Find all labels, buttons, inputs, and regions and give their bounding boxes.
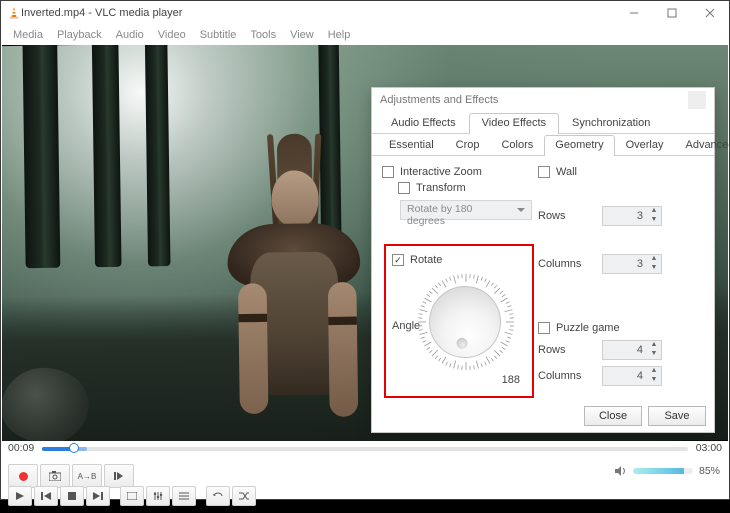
- menu-media[interactable]: Media: [7, 27, 49, 43]
- subtab-essential[interactable]: Essential: [378, 135, 445, 156]
- prev-button[interactable]: [34, 486, 58, 506]
- rotate-group-highlight: Rotate Angle 188: [384, 244, 534, 398]
- wall-cols-spinner[interactable]: 3▲▼: [602, 254, 662, 274]
- menubar: Media Playback Audio Video Subtitle Tool…: [1, 25, 729, 45]
- transform-checkbox[interactable]: Transform: [398, 182, 532, 194]
- wall-checkbox[interactable]: Wall: [538, 166, 704, 178]
- rotate-label: Rotate: [410, 254, 442, 266]
- time-total[interactable]: 03:00: [696, 442, 722, 454]
- rotate-dial[interactable]: Angle 188: [392, 270, 522, 388]
- transform-select[interactable]: Rotate by 180 degrees: [400, 200, 532, 220]
- vlc-window: Inverted.mp4 - VLC media player Media Pl…: [0, 0, 730, 500]
- video-character: [207, 129, 375, 441]
- shuffle-icon: [239, 492, 249, 500]
- volume-value: 85%: [699, 465, 720, 477]
- dialog-close-icon[interactable]: [688, 91, 706, 109]
- video-effects-subtabs: Essential Crop Colors Geometry Overlay A…: [372, 134, 714, 156]
- tab-video-effects[interactable]: Video Effects: [469, 113, 559, 134]
- fullscreen-button[interactable]: [120, 486, 144, 506]
- speaker-icon[interactable]: [615, 466, 627, 476]
- geometry-panel: Interactive Zoom Transform Rotate by 180…: [378, 158, 708, 400]
- vlc-cone-icon: [7, 6, 21, 20]
- playlist-button[interactable]: [172, 486, 196, 506]
- subtab-overlay[interactable]: Overlay: [615, 135, 675, 156]
- seek-bar[interactable]: [42, 445, 688, 453]
- fullscreen-icon: [127, 492, 137, 500]
- player-controls: 00:09 03:00 A→B 85%: [2, 441, 728, 498]
- rotate-checkbox[interactable]: Rotate: [392, 254, 526, 266]
- stop-button[interactable]: [60, 486, 84, 506]
- dialog-save-button[interactable]: Save: [648, 406, 706, 426]
- maximize-button[interactable]: [653, 1, 691, 25]
- menu-subtitle[interactable]: Subtitle: [194, 27, 243, 43]
- menu-playback[interactable]: Playback: [51, 27, 108, 43]
- adjustments-effects-dialog: Adjustments and Effects Audio Effects Vi…: [371, 87, 715, 433]
- tab-synchronization[interactable]: Synchronization: [559, 113, 663, 134]
- dialog-title: Adjustments and Effects: [380, 94, 498, 106]
- next-button[interactable]: [86, 486, 110, 506]
- minimize-button[interactable]: [615, 1, 653, 25]
- puzzle-rows-label: Rows: [538, 344, 594, 356]
- stop-icon: [68, 492, 76, 500]
- wall-rows-label: Rows: [538, 210, 594, 222]
- window-title: Inverted.mp4 - VLC media player: [21, 7, 182, 19]
- ext-settings-button[interactable]: [146, 486, 170, 506]
- menu-video[interactable]: Video: [152, 27, 192, 43]
- time-elapsed[interactable]: 00:09: [8, 442, 34, 454]
- subtab-geometry[interactable]: Geometry: [544, 135, 614, 156]
- angle-value: 188: [502, 374, 520, 386]
- wall-label: Wall: [556, 166, 577, 178]
- dialog-tabs: Audio Effects Video Effects Synchronizat…: [372, 112, 714, 134]
- subtab-colors[interactable]: Colors: [490, 135, 544, 156]
- puzzle-checkbox[interactable]: Puzzle game: [538, 322, 704, 334]
- menu-view[interactable]: View: [284, 27, 320, 43]
- wall-rows-spinner[interactable]: 3▲▼: [602, 206, 662, 226]
- play-icon: [16, 492, 24, 500]
- puzzle-cols-label: Columns: [538, 370, 594, 382]
- dialog-close-button[interactable]: Close: [584, 406, 642, 426]
- wall-cols-label: Columns: [538, 258, 594, 270]
- sliders-icon: [153, 492, 163, 500]
- interactive-zoom-label: Interactive Zoom: [400, 166, 482, 178]
- skip-back-icon: [41, 492, 51, 500]
- playlist-icon: [179, 492, 189, 500]
- subtab-advanced[interactable]: Advanced: [674, 135, 730, 156]
- transform-label: Transform: [416, 182, 466, 194]
- volume-slider[interactable]: [633, 468, 693, 474]
- menu-audio[interactable]: Audio: [110, 27, 150, 43]
- loop-icon: [213, 492, 223, 500]
- tab-audio-effects[interactable]: Audio Effects: [378, 113, 469, 134]
- menu-help[interactable]: Help: [322, 27, 357, 43]
- puzzle-rows-spinner[interactable]: 4▲▼: [602, 340, 662, 360]
- puzzle-label: Puzzle game: [556, 322, 620, 334]
- shuffle-button[interactable]: [232, 486, 256, 506]
- skip-fwd-icon: [93, 492, 103, 500]
- puzzle-cols-spinner[interactable]: 4▲▼: [602, 366, 662, 386]
- dialog-titlebar[interactable]: Adjustments and Effects: [372, 88, 714, 112]
- loop-button[interactable]: [206, 486, 230, 506]
- menu-tools[interactable]: Tools: [244, 27, 282, 43]
- subtab-crop[interactable]: Crop: [445, 135, 491, 156]
- play-button[interactable]: [8, 486, 32, 506]
- close-button[interactable]: [691, 1, 729, 25]
- interactive-zoom-checkbox[interactable]: Interactive Zoom: [382, 166, 532, 178]
- titlebar: Inverted.mp4 - VLC media player: [1, 1, 729, 25]
